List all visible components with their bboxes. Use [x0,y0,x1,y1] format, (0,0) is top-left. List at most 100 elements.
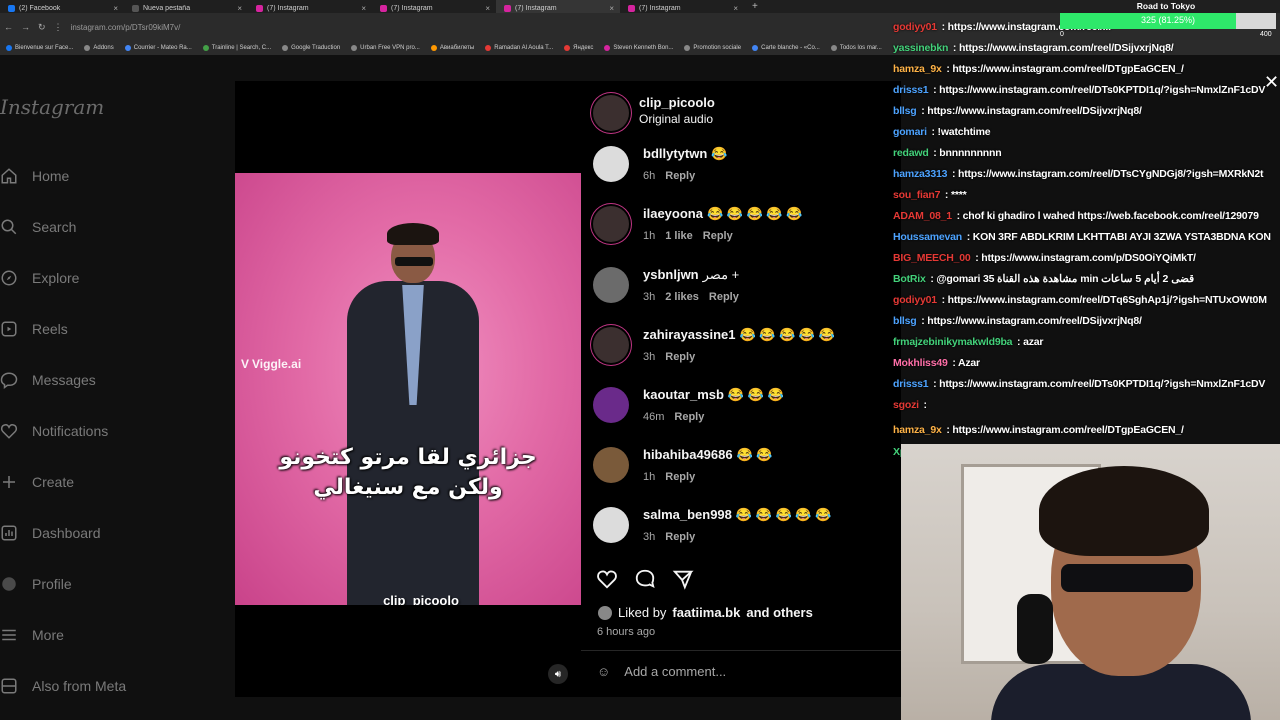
chat-username[interactable]: sou_fian7 [893,189,940,201]
reload-icon[interactable]: ↻ [38,22,46,33]
tab-close-icon[interactable]: × [361,4,366,13]
chat-username[interactable]: drisss1 [893,84,929,96]
chat-username[interactable]: hamza3313 [893,168,947,180]
comment-likes[interactable]: 1 like [665,230,693,242]
reply-button[interactable]: Reply [665,531,695,543]
bookmark-item[interactable]: Google Traduction [282,45,340,51]
commenter-username[interactable]: ysbnljwn [643,267,699,282]
author-avatar[interactable] [593,95,629,131]
back-icon[interactable]: ← [4,22,13,32]
nav-dashboard[interactable]: Dashboard [0,524,101,542]
add-comment-bar[interactable]: ☺ Add a comment... [597,664,726,679]
commenter-avatar[interactable] [593,327,629,363]
close-icon[interactable]: ✕ [1264,72,1279,93]
comment-bubble-icon[interactable] [634,568,656,590]
nav-messages[interactable]: Messages [0,371,96,389]
nav-home[interactable]: Home [0,167,69,185]
chat-username[interactable]: drisss1 [893,378,929,390]
bookmark-item[interactable]: Steven Kenneth Bon... [604,45,673,51]
bookmark-item[interactable]: Todos los mar... [830,45,882,51]
chat-username[interactable]: BIG_MEECH_00 [893,252,971,264]
commenter-avatar[interactable] [593,267,629,303]
new-tab-button[interactable]: + [744,0,766,13]
chat-username[interactable]: hamza_9x [893,63,942,75]
chat-username[interactable]: redawd [893,147,929,159]
bookmark-item[interactable]: Addons [84,45,114,51]
commenter-username[interactable]: hibahiba49686 [643,447,733,462]
chat-username[interactable]: frmajzebinikymakwld9ba [893,336,1013,348]
reply-button[interactable]: Reply [674,411,704,423]
commenter-username[interactable]: bdllytytwn [643,146,707,161]
tab-close-icon[interactable]: × [113,4,118,13]
tab-close-icon[interactable]: × [609,4,614,13]
nav-create[interactable]: Create [0,473,74,491]
nav-search[interactable]: Search [0,218,76,236]
nav-explore[interactable]: Explore [0,269,79,287]
bookmark-item[interactable]: Carte blanche - «Co... [752,45,820,51]
instagram-logo[interactable]: Instagram [0,95,104,119]
bookmark-item[interactable]: Urban Free VPN pro... [351,45,420,51]
nav-notifications[interactable]: Notifications [0,422,108,440]
chat-username[interactable]: sgozi [893,399,919,411]
bookmark-item[interactable]: Яндекс [564,45,593,51]
bookmark-item[interactable]: Promotion sociale [684,45,741,51]
chat-username[interactable]: gomari [893,126,927,138]
commenter-avatar[interactable] [593,507,629,543]
bookmark-item[interactable]: Ramadan Al Aoula T... [485,45,553,51]
tab-close-icon[interactable]: × [485,4,490,13]
nav-also-from-meta[interactable]: Also from Meta [0,677,126,695]
commenter-username[interactable]: zahirayassine1 [643,327,736,342]
browser-tab[interactable]: (2) Facebook × [0,0,124,13]
chat-username[interactable]: BotRix [893,273,926,285]
browser-tab[interactable]: (7) Instagram × [496,0,620,13]
liked-by-others[interactable]: and others [746,605,812,620]
reply-button[interactable]: Reply [709,291,739,303]
tab-close-icon[interactable]: × [733,4,738,13]
nav-profile[interactable]: Profile [0,575,72,593]
chat-username[interactable]: godiyy01 [893,21,937,33]
commenter-avatar[interactable] [593,447,629,483]
chat-username[interactable]: ADAM_08_1 [893,210,952,222]
commenter-avatar[interactable] [593,387,629,423]
nav-more[interactable]: More [0,626,64,644]
reply-button[interactable]: Reply [665,471,695,483]
chat-username[interactable]: Houssamevan [893,231,962,243]
comment-likes[interactable]: 2 likes [665,291,699,303]
reply-button[interactable]: Reply [665,351,695,363]
url-field[interactable]: instagram.com/p/DTsr09kiM7v/ [71,23,181,32]
reel-video[interactable]: V Viggle.ai جزائري لقا مرتو كتخونو ولكن … [235,173,581,605]
commenter-avatar[interactable] [593,206,629,242]
author-username[interactable]: clip_picoolo [639,95,715,110]
liked-by-user[interactable]: faatiima.bk [672,605,740,620]
commenter-avatar[interactable] [593,146,629,182]
chat-username[interactable]: bllsg [893,315,917,327]
reply-button[interactable]: Reply [665,170,695,182]
commenter-username[interactable]: ilaeyoona [643,206,703,221]
chat-username[interactable]: godiyy01 [893,294,937,306]
forward-icon[interactable]: → [21,22,30,32]
bookmark-item[interactable]: Courrier - Mateo Ra... [124,45,192,51]
bookmark-item[interactable]: Trainline | Search, C... [202,45,271,51]
share-send-icon[interactable] [672,568,694,590]
browser-tab[interactable]: Nueva pestaña × [124,0,248,13]
bookmark-item[interactable]: Bienvenue sur Face... [6,45,73,51]
post-media-panel[interactable]: V Viggle.ai جزائري لقا مرتو كتخونو ولكن … [235,81,581,697]
chat-username[interactable]: Mokhliss49 [893,357,948,369]
browser-tab[interactable]: (7) Instagram × [372,0,496,13]
like-heart-icon[interactable] [596,568,618,590]
audio-label[interactable]: Original audio [639,112,715,126]
chat-username[interactable]: yassinebkn [893,42,948,54]
chat-username[interactable]: hamza_9x [893,424,942,436]
browser-tab[interactable]: (7) Instagram × [620,0,744,13]
nav-reels[interactable]: Reels [0,320,68,338]
tab-close-icon[interactable]: × [237,4,242,13]
emoji-icon[interactable]: ☺ [597,664,610,679]
commenter-username[interactable]: kaoutar_msb [643,387,724,402]
bookmark-item[interactable]: Авиабилеты [430,45,474,51]
reply-button[interactable]: Reply [703,230,733,242]
add-comment-input[interactable]: Add a comment... [624,664,726,679]
chat-username[interactable]: bllsg [893,105,917,117]
site-info-icon[interactable]: ⋮ [54,22,63,33]
mute-toggle-button[interactable]: 🔊︎ [548,664,568,684]
browser-tab[interactable]: (7) Instagram × [248,0,372,13]
